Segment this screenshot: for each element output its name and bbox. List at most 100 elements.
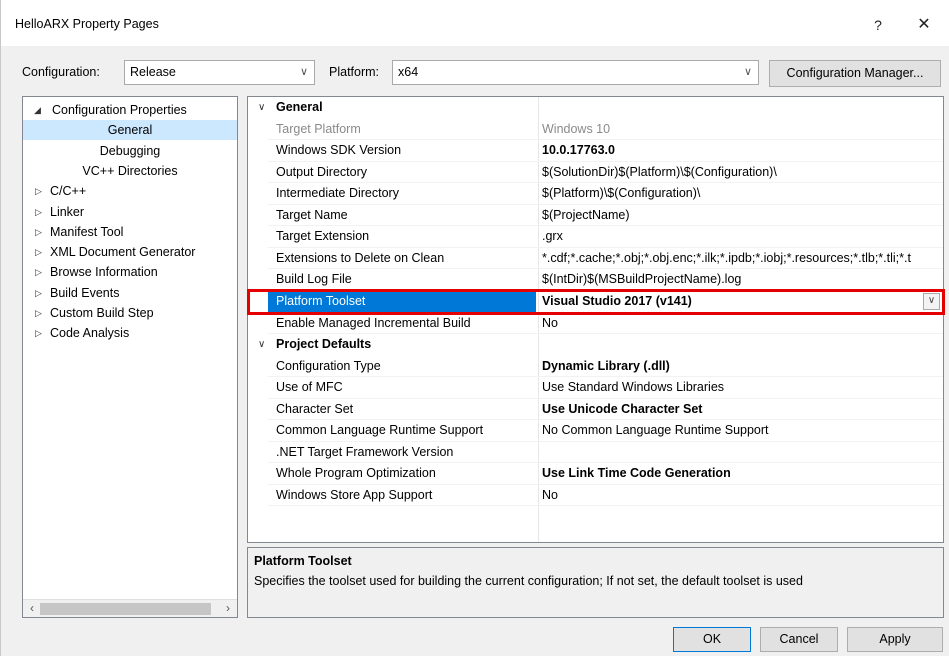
category-row[interactable]: ∨ General [248,97,943,119]
property-row[interactable]: Platform Toolset Visual Studio 2017 (v141… [248,290,943,313]
collapse-chevron-icon[interactable]: ∨ [258,334,265,355]
property-name: Enable Managed Incremental Build [276,315,471,330]
property-value[interactable]: .grx [542,226,942,247]
property-row[interactable]: Configuration Type Dynamic Library (.dll) [248,356,943,378]
collapsed-arrow-icon[interactable]: ▷ [35,222,42,242]
description-title: Platform Toolset [254,554,352,568]
property-row[interactable]: Output Directory $(SolutionDir)$(Platform… [248,162,943,184]
property-value[interactable]: 10.0.17763.0 [542,140,942,161]
collapsed-arrow-icon[interactable]: ▷ [35,323,42,343]
help-button[interactable]: ? [863,13,893,37]
configuration-manager-button[interactable]: Configuration Manager... [769,60,941,87]
category-row[interactable]: ∨ Project Defaults [248,334,943,356]
ok-button[interactable]: OK [673,627,751,652]
tree-item-label: Linker [50,204,85,219]
tree-item[interactable]: ▷ Custom Build Step [23,303,237,323]
configuration-dropdown[interactable]: Release ∨ [124,60,315,85]
window-title: HelloARX Property Pages [15,17,159,31]
property-value[interactable]: Visual Studio 2017 (v141) [542,291,942,312]
property-value[interactable]: No [542,485,942,506]
property-row[interactable]: Target Extension .grx [248,226,943,248]
tree-item-label: C/C++ [50,184,87,199]
property-value[interactable]: Use Unicode Character Set [542,399,942,420]
property-row[interactable]: Intermediate Directory $(Platform)\$(Conf… [248,183,943,205]
tree-item[interactable]: ▷ C/C++ [23,181,237,201]
property-name: .NET Target Framework Version [276,444,454,459]
property-row[interactable]: Extensions to Delete on Clean *.cdf;*.cac… [248,248,943,270]
property-name: Whole Program Optimization [276,466,436,481]
property-value[interactable]: $(SolutionDir)$(Platform)\$(Configuratio… [542,162,942,183]
property-name: Intermediate Directory [276,186,399,201]
tree-item[interactable]: Debugging [23,141,237,161]
tree-item[interactable]: ▷ Build Events [23,283,237,303]
configuration-value: Release [130,65,176,79]
property-row[interactable]: Windows Store App Support No [248,485,943,507]
property-row[interactable]: Character Set Use Unicode Character Set [248,399,943,421]
tree-item-label: Debugging [99,143,161,158]
cancel-button[interactable]: Cancel [760,627,838,652]
property-value[interactable]: No [542,313,942,334]
dropdown-arrow-icon[interactable]: ∨ [923,292,940,310]
collapsed-arrow-icon[interactable]: ▷ [35,202,42,222]
collapse-chevron-icon[interactable]: ∨ [258,97,265,118]
collapsed-arrow-icon[interactable]: ▷ [35,181,42,201]
collapsed-arrow-icon[interactable]: ▷ [35,303,42,323]
configuration-label: Configuration: [22,65,100,79]
property-name: Output Directory [276,164,368,179]
tree-item-label: Code Analysis [50,326,130,341]
property-value[interactable]: Windows 10 [542,119,942,140]
platform-dropdown[interactable]: x64 ∨ [392,60,759,85]
property-name: Target Platform [276,121,361,136]
property-value[interactable]: $(IntDir)$(MSBuildProjectName).log [542,269,942,290]
scroll-left-icon[interactable]: ‹ [24,601,40,615]
property-name: Extensions to Delete on Clean [276,250,445,265]
chevron-down-icon: ∨ [743,66,752,78]
property-value[interactable]: No Common Language Runtime Support [542,420,942,441]
property-row[interactable]: Common Language Runtime Support No Common… [248,420,943,442]
apply-button[interactable]: Apply [847,627,943,652]
property-name: Configuration Type [276,358,381,373]
tree-item-label: Configuration Properties [52,103,187,117]
tree-item[interactable]: ▷ Browse Information [23,262,237,282]
tree-item-label: Custom Build Step [50,306,154,320]
property-row[interactable]: Whole Program Optimization Use Link Time … [248,463,943,485]
expanded-arrow-icon[interactable]: ◢ [34,100,41,120]
property-row[interactable]: Enable Managed Incremental Build No [248,313,943,335]
tree-item[interactable]: General [23,120,237,141]
tree-horizontal-scrollbar[interactable]: ‹ › [23,599,237,617]
tree-item[interactable]: ◢ Configuration Properties [23,100,237,120]
collapsed-arrow-icon[interactable]: ▷ [35,283,42,303]
tree-item[interactable]: ▷ Linker [23,202,237,222]
tree-item[interactable]: VC++ Directories [23,161,237,181]
property-name: Character Set [276,401,354,416]
scroll-right-icon[interactable]: › [220,601,236,615]
property-row[interactable]: Build Log File $(IntDir)$(MSBuildProjectN… [248,269,943,291]
collapsed-arrow-icon[interactable]: ▷ [35,242,42,262]
property-name: Build Log File [276,272,352,287]
tree-item[interactable]: ▷ XML Document Generator [23,242,237,262]
property-value[interactable]: Dynamic Library (.dll) [542,356,942,377]
property-row[interactable]: Windows SDK Version 10.0.17763.0 [248,140,943,162]
property-row[interactable]: Target Name $(ProjectName) [248,205,943,227]
configuration-toolbar: Configuration: Release ∨ Platform: x64 ∨… [1,58,949,88]
property-value[interactable]: Use Link Time Code Generation [542,463,942,484]
property-name: Target Name [276,207,348,222]
tree-item[interactable]: ▷ Code Analysis [23,323,237,343]
tree-item[interactable]: ▷ Manifest Tool [23,222,237,242]
property-row[interactable]: Target Platform Windows 10 [248,119,943,141]
property-grid: ∨ General Target Platform Windows 10 Windows… [247,96,944,543]
collapsed-arrow-icon[interactable]: ▷ [35,262,42,282]
category-name: General [276,100,323,114]
property-row[interactable]: Use of MFC Use Standard Windows Libraries [248,377,943,399]
property-value[interactable]: Use Standard Windows Libraries [542,377,942,398]
platform-label: Platform: [329,65,380,79]
property-value[interactable]: $(ProjectName) [542,205,942,226]
property-value[interactable]: *.cdf;*.cache;*.obj;*.obj.enc;*.ilk;*.ip… [542,248,942,269]
tree-item-label: Browse Information [50,265,158,280]
property-value[interactable]: $(Platform)\$(Configuration)\ [542,183,942,204]
row-separator [268,505,943,507]
property-row[interactable]: .NET Target Framework Version [248,442,943,464]
close-button[interactable]: ✕ [909,13,939,37]
scrollbar-thumb[interactable] [40,603,211,615]
property-pages-dialog: HelloARX Property Pages ? ✕ Configuratio… [0,0,949,656]
